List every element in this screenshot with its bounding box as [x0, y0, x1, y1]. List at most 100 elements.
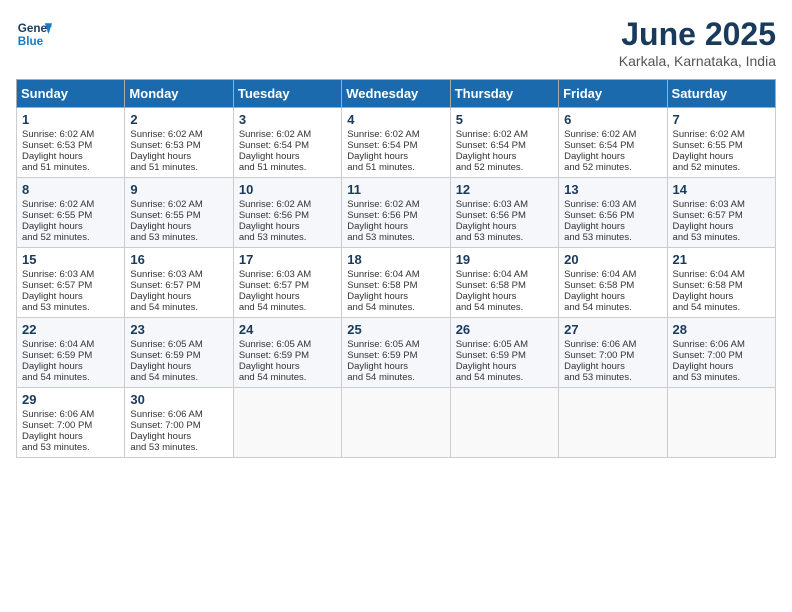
table-row: 2 Sunrise: 6:02 AMSunset: 6:53 PMDaylight…: [125, 108, 233, 178]
table-row: 17 Sunrise: 6:03 AMSunset: 6:57 PMDayligh…: [233, 248, 341, 318]
col-thursday: Thursday: [450, 80, 558, 108]
table-row: 22 Sunrise: 6:04 AMSunset: 6:59 PMDayligh…: [17, 318, 125, 388]
header: General Blue June 2025 Karkala, Karnatak…: [16, 16, 776, 69]
day-info: Sunrise: 6:02 AMSunset: 6:55 PMDaylight …: [673, 129, 745, 173]
col-friday: Friday: [559, 80, 667, 108]
table-row: [233, 388, 341, 458]
day-info: Sunrise: 6:02 AMSunset: 6:54 PMDaylight …: [239, 129, 311, 173]
table-row: 29 Sunrise: 6:06 AMSunset: 7:00 PMDayligh…: [17, 388, 125, 458]
col-tuesday: Tuesday: [233, 80, 341, 108]
location: Karkala, Karnataka, India: [619, 53, 776, 69]
table-row: 28 Sunrise: 6:06 AMSunset: 7:00 PMDayligh…: [667, 318, 775, 388]
day-info: Sunrise: 6:04 AMSunset: 6:59 PMDaylight …: [22, 339, 94, 383]
day-info: Sunrise: 6:06 AMSunset: 7:00 PMDaylight …: [22, 409, 94, 453]
table-row: 7 Sunrise: 6:02 AMSunset: 6:55 PMDaylight…: [667, 108, 775, 178]
day-info: Sunrise: 6:02 AMSunset: 6:54 PMDaylight …: [347, 129, 419, 173]
day-number: 1: [22, 112, 119, 127]
day-number: 22: [22, 322, 119, 337]
day-info: Sunrise: 6:06 AMSunset: 7:00 PMDaylight …: [564, 339, 636, 383]
col-saturday: Saturday: [667, 80, 775, 108]
table-row: [559, 388, 667, 458]
day-number: 23: [130, 322, 227, 337]
table-row: [342, 388, 450, 458]
table-row: [450, 388, 558, 458]
table-row: 16Sunrise: 6:03 AMSunset: 6:57 PMDayligh…: [125, 248, 233, 318]
day-info: Sunrise: 6:02 AMSunset: 6:55 PMDaylight …: [130, 199, 202, 243]
table-row: 18 Sunrise: 6:04 AMSunset: 6:58 PMDayligh…: [342, 248, 450, 318]
day-number: 20: [564, 252, 661, 267]
table-row: 15 Sunrise: 6:03 AMSunset: 6:57 PMDayligh…: [17, 248, 125, 318]
table-row: 12 Sunrise: 6:03 AMSunset: 6:56 PMDayligh…: [450, 178, 558, 248]
table-row: 30 Sunrise: 6:06 AMSunset: 7:00 PMDayligh…: [125, 388, 233, 458]
day-info: Sunrise: 6:02 AMSunset: 6:55 PMDaylight …: [22, 199, 94, 243]
table-row: 11 Sunrise: 6:02 AMSunset: 6:56 PMDayligh…: [342, 178, 450, 248]
table-row: 4 Sunrise: 6:02 AMSunset: 6:54 PMDaylight…: [342, 108, 450, 178]
day-info: Sunrise: 6:03 AMSunset: 6:57 PMDaylight …: [673, 199, 745, 243]
table-row: 1 Sunrise: 6:02 AMSunset: 6:53 PMDaylight…: [17, 108, 125, 178]
day-number: 11: [347, 182, 444, 197]
day-info: Sunrise: 6:02 AMSunset: 6:53 PMDaylight …: [22, 129, 94, 173]
day-info: Sunrise: 6:04 AMSunset: 6:58 PMDaylight …: [347, 269, 419, 313]
day-number: 24: [239, 322, 336, 337]
day-info: Sunrise: 6:02 AMSunset: 6:56 PMDaylight …: [239, 199, 311, 243]
col-sunday: Sunday: [17, 80, 125, 108]
table-row: 8 Sunrise: 6:02 AMSunset: 6:55 PMDaylight…: [17, 178, 125, 248]
table-row: 23 Sunrise: 6:05 AMSunset: 6:59 PMDayligh…: [125, 318, 233, 388]
day-info: Sunrise: 6:03 AMSunset: 6:57 PMDaylight …: [239, 269, 311, 313]
table-row: 20 Sunrise: 6:04 AMSunset: 6:58 PMDayligh…: [559, 248, 667, 318]
day-info: Sunrise: 6:05 AMSunset: 6:59 PMDaylight …: [130, 339, 202, 383]
day-info: Sunrise: 6:03 AMSunset: 6:57 PMDaylight …: [22, 269, 94, 313]
logo: General Blue: [16, 16, 56, 52]
table-row: 21 Sunrise: 6:04 AMSunset: 6:58 PMDayligh…: [667, 248, 775, 318]
day-info: Sunrise: 6:02 AMSunset: 6:56 PMDaylight …: [347, 199, 419, 243]
table-row: 24 Sunrise: 6:05 AMSunset: 6:59 PMDayligh…: [233, 318, 341, 388]
day-number: 2: [130, 112, 227, 127]
day-number: 5: [456, 112, 553, 127]
table-row: 13 Sunrise: 6:03 AMSunset: 6:56 PMDayligh…: [559, 178, 667, 248]
day-number: 4: [347, 112, 444, 127]
table-row: 19Sunrise: 6:04 AMSunset: 6:58 PMDayligh…: [450, 248, 558, 318]
table-row: 9 Sunrise: 6:02 AMSunset: 6:55 PMDaylight…: [125, 178, 233, 248]
day-info: Sunrise: 6:04 AMSunset: 6:58 PMDaylight …: [564, 269, 636, 313]
day-number: 28: [673, 322, 770, 337]
table-row: 6 Sunrise: 6:02 AMSunset: 6:54 PMDaylight…: [559, 108, 667, 178]
day-number: 10: [239, 182, 336, 197]
month-year: June 2025: [619, 16, 776, 53]
day-number: 13: [564, 182, 661, 197]
day-number: 29: [22, 392, 119, 407]
table-row: 14 Sunrise: 6:03 AMSunset: 6:57 PMDayligh…: [667, 178, 775, 248]
day-number: 7: [673, 112, 770, 127]
table-row: 5Sunrise: 6:02 AMSunset: 6:54 PMDaylight…: [450, 108, 558, 178]
col-wednesday: Wednesday: [342, 80, 450, 108]
title-area: June 2025 Karkala, Karnataka, India: [619, 16, 776, 69]
day-info: Sunrise: 6:02 AMSunset: 6:53 PMDaylight …: [130, 129, 202, 173]
calendar: Sunday Monday Tuesday Wednesday Thursday…: [16, 79, 776, 458]
day-info: Sunrise: 6:04 AMSunset: 6:58 PMDaylight …: [673, 269, 745, 313]
day-number: 30: [130, 392, 227, 407]
day-number: 21: [673, 252, 770, 267]
day-number: 15: [22, 252, 119, 267]
day-info: Sunrise: 6:04 AMSunset: 6:58 PMDaylight …: [456, 269, 528, 313]
day-info: Sunrise: 6:03 AMSunset: 6:56 PMDaylight …: [564, 199, 636, 243]
day-info: Sunrise: 6:06 AMSunset: 7:00 PMDaylight …: [673, 339, 745, 383]
day-info: Sunrise: 6:02 AMSunset: 6:54 PMDaylight …: [564, 129, 636, 173]
day-number: 6: [564, 112, 661, 127]
day-number: 27: [564, 322, 661, 337]
table-row: 27 Sunrise: 6:06 AMSunset: 7:00 PMDayligh…: [559, 318, 667, 388]
day-number: 12: [456, 182, 553, 197]
day-number: 8: [22, 182, 119, 197]
logo-icon: General Blue: [16, 16, 52, 52]
day-number: 14: [673, 182, 770, 197]
day-number: 3: [239, 112, 336, 127]
day-number: 26: [456, 322, 553, 337]
day-info: Sunrise: 6:05 AMSunset: 6:59 PMDaylight …: [239, 339, 311, 383]
day-info: Sunrise: 6:06 AMSunset: 7:00 PMDaylight …: [130, 409, 202, 453]
day-info: Sunrise: 6:03 AMSunset: 6:56 PMDaylight …: [456, 199, 528, 243]
svg-text:Blue: Blue: [18, 35, 44, 48]
day-number: 16: [130, 252, 227, 267]
day-number: 17: [239, 252, 336, 267]
table-row: 3 Sunrise: 6:02 AMSunset: 6:54 PMDaylight…: [233, 108, 341, 178]
day-number: 18: [347, 252, 444, 267]
table-row: 10 Sunrise: 6:02 AMSunset: 6:56 PMDayligh…: [233, 178, 341, 248]
day-number: 9: [130, 182, 227, 197]
